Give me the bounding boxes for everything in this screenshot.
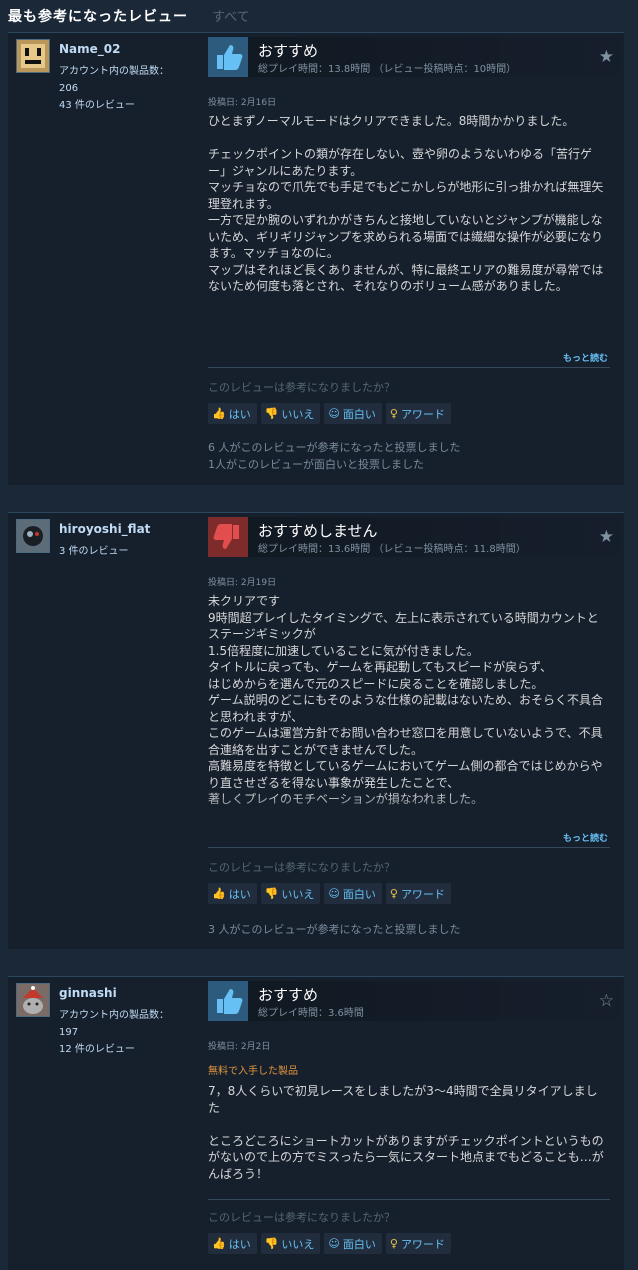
playtime: 総プレイ時間：13.8時間 （レビュー投稿時点：10時間） — [258, 64, 517, 75]
author-meta: アカウント内の製品数： 206 43 件のレビュー — [59, 63, 199, 114]
award-icon: ♀ — [389, 1237, 398, 1250]
thumbs-up-icon: 👍 — [212, 887, 226, 900]
verdict-title: おすすめ — [258, 986, 319, 1004]
vote-no-button[interactable]: 👎 いいえ — [260, 403, 321, 424]
vote-funny-button[interactable]: ☺ 面白い — [324, 1233, 382, 1254]
star-outline-icon[interactable]: ☆ — [599, 991, 614, 1011]
award-button[interactable]: ♀ アワード — [385, 1233, 451, 1254]
reviews-count[interactable]: 12 件のレビュー — [59, 1041, 199, 1058]
products-label: アカウント内の製品数： — [59, 1010, 169, 1021]
btn-label: 面白い — [342, 887, 376, 901]
btn-label: はい — [228, 407, 251, 421]
review-card: ginnashi アカウント内の製品数： 197 12 件のレビュー おすすめ … — [8, 976, 624, 1270]
thumbs-up-icon — [208, 37, 248, 77]
award-button[interactable]: ♀ アワード — [385, 403, 451, 424]
free-product-label: 無料で入手した製品 — [208, 1066, 298, 1077]
divider — [208, 847, 610, 848]
btn-label: アワード — [400, 887, 445, 901]
review-card: hiroyoshi_flat 3 件のレビュー おすすめしません 総プレイ時間：… — [8, 512, 624, 949]
review-verdict[interactable]: おすすめ 総プレイ時間：13.8時間 （レビュー投稿時点：10時間） ★ — [208, 37, 620, 77]
divider — [208, 1199, 610, 1200]
btn-label: いいえ — [281, 407, 315, 421]
read-more-link[interactable]: もっと読む — [563, 831, 608, 844]
vote-funny-button[interactable]: ☺ 面白い — [324, 883, 382, 904]
avatar[interactable] — [16, 983, 50, 1017]
review-body: ひとまずノーマルモードはクリアできました。8時間かかりました。 チェックポイント… — [208, 114, 604, 293]
btn-label: アワード — [400, 1237, 445, 1251]
verdict-title: おすすめ — [258, 42, 319, 60]
btn-label: はい — [228, 1237, 251, 1251]
btn-label: いいえ — [281, 887, 315, 901]
award-button[interactable]: ♀ アワード — [385, 883, 451, 904]
btn-label: 面白い — [342, 1237, 376, 1251]
thumbs-down-icon: 👎 — [264, 887, 279, 900]
thumbs-up-icon: 👍 — [212, 1237, 226, 1250]
funny-votes: 1人がこのレビューが面白いと投票しました — [208, 458, 424, 471]
star-icon[interactable]: ★ — [599, 47, 614, 67]
tab-most-helpful[interactable]: 最も参考になったレビュー — [8, 6, 188, 26]
thumbs-down-icon: 👎 — [264, 1237, 279, 1250]
author-name[interactable]: Name_02 — [59, 42, 120, 56]
review-filter-tabs: 最も参考になったレビュー すべて — [0, 0, 638, 30]
vote-buttons: 👍 はい 👎 いいえ ☺ 面白い ♀ アワード — [208, 1233, 451, 1254]
thumbs-down-icon: 👎 — [264, 407, 279, 420]
award-icon: ♀ — [389, 407, 398, 420]
posted-date: 投稿日: 2月19日 — [208, 578, 277, 588]
review-verdict[interactable]: おすすめしません 総プレイ時間：13.6時間 （レビュー投稿時点：11.8時間）… — [208, 517, 620, 557]
vote-buttons: 👍 はい 👎 いいえ ☺ 面白い ♀ アワード — [208, 883, 451, 904]
avatar[interactable] — [16, 519, 50, 553]
helpful-votes: 3 人がこのレビューが参考になったと投票しました — [208, 923, 461, 936]
smiley-icon: ☺ — [328, 887, 340, 900]
btn-label: はい — [228, 887, 251, 901]
smiley-icon: ☺ — [328, 1237, 340, 1250]
posted-date: 投稿日: 2月2日 — [208, 1042, 271, 1052]
vote-no-button[interactable]: 👎 いいえ — [260, 1233, 321, 1254]
award-icon: ♀ — [389, 887, 398, 900]
author-name[interactable]: hiroyoshi_flat — [59, 522, 150, 536]
review-card: Name_02 アカウント内の製品数： 206 43 件のレビュー おすすめ 総… — [8, 32, 624, 485]
reviews-count[interactable]: 43 件のレビュー — [59, 97, 199, 114]
review-body: 未クリアです 9時間超プレイしたタイミングで、左上に表示されている時間カウントと… — [208, 594, 604, 806]
verdict-title: おすすめしません — [258, 522, 378, 540]
divider — [208, 367, 610, 368]
vote-yes-button[interactable]: 👍 はい — [208, 1233, 257, 1254]
vote-funny-button[interactable]: ☺ 面白い — [324, 403, 382, 424]
playtime: 総プレイ時間：3.6時間 — [258, 1008, 364, 1019]
vote-yes-button[interactable]: 👍 はい — [208, 883, 257, 904]
helpful-question: このレビューは参考になりましたか？ — [208, 1211, 395, 1224]
vote-no-button[interactable]: 👎 いいえ — [260, 883, 321, 904]
smiley-icon: ☺ — [328, 407, 340, 420]
body-fade — [208, 321, 608, 351]
avatar[interactable] — [16, 39, 50, 73]
body-fade — [208, 793, 608, 823]
author-meta: アカウント内の製品数： 197 12 件のレビュー — [59, 1007, 199, 1058]
helpful-question: このレビューは参考になりましたか？ — [208, 381, 395, 394]
review-verdict[interactable]: おすすめ 総プレイ時間：3.6時間 ☆ — [208, 981, 620, 1021]
btn-label: いいえ — [281, 1237, 315, 1251]
author-meta: 3 件のレビュー — [59, 543, 199, 560]
helpful-votes: 6 人がこのレビューが参考になったと投票しました — [208, 441, 461, 454]
vote-buttons: 👍 はい 👎 いいえ ☺ 面白い ♀ アワード — [208, 403, 451, 424]
btn-label: 面白い — [342, 407, 376, 421]
star-icon[interactable]: ★ — [599, 527, 614, 547]
products-count: 197 — [59, 1027, 79, 1038]
read-more-link[interactable]: もっと読む — [563, 351, 608, 364]
playtime: 総プレイ時間：13.6時間 （レビュー投稿時点：11.8時間） — [258, 544, 526, 555]
vote-summary: 6 人がこのレビューが参考になったと投票しました 1人がこのレビューが面白いと投… — [208, 439, 461, 473]
thumbs-up-icon: 👍 — [212, 407, 226, 420]
tab-all[interactable]: すべて — [212, 6, 250, 25]
vote-yes-button[interactable]: 👍 はい — [208, 403, 257, 424]
reviews-count[interactable]: 3 件のレビュー — [59, 543, 199, 560]
products-count: 206 — [59, 83, 79, 94]
products-label: アカウント内の製品数： — [59, 66, 169, 77]
thumbs-up-icon — [208, 981, 248, 1021]
author-name[interactable]: ginnashi — [59, 986, 117, 1000]
review-body: 7，8人くらいで初見レースをしましたが3～4時間で全員リタイアしました ところど… — [208, 1084, 604, 1181]
posted-date: 投稿日: 2月16日 — [208, 98, 277, 108]
vote-summary: 3 人がこのレビューが参考になったと投票しました — [208, 921, 461, 938]
helpful-question: このレビューは参考になりましたか？ — [208, 861, 395, 874]
thumbs-down-icon — [208, 517, 248, 557]
btn-label: アワード — [400, 407, 445, 421]
